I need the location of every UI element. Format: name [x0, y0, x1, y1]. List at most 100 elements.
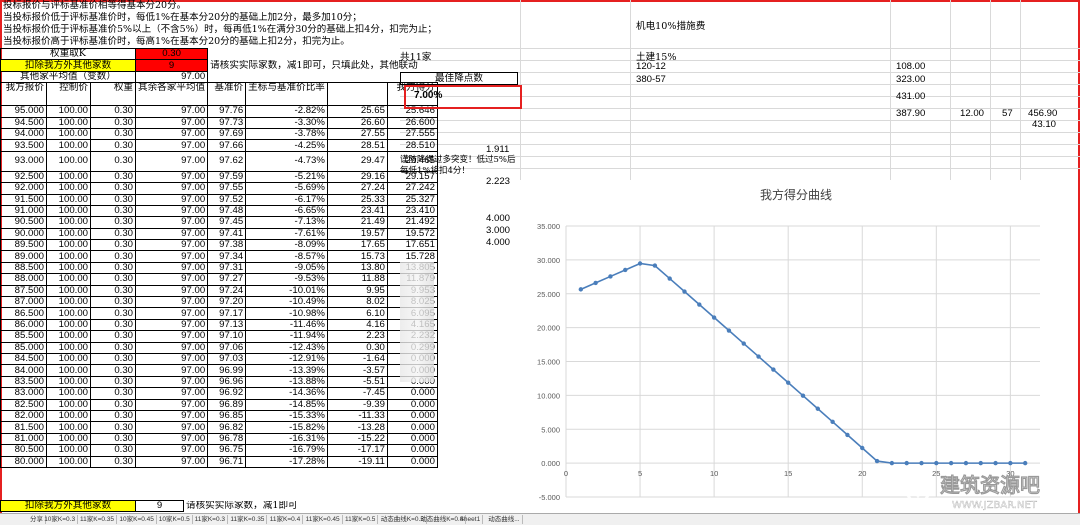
table-cell[interactable]: 8.02 [326, 296, 388, 309]
table-cell[interactable]: 97.00 [134, 341, 209, 355]
sheet-tab[interactable]: 10家K=0.3 [42, 515, 79, 524]
table-cell[interactable]: 100.00 [46, 432, 91, 446]
table-cell[interactable]: 80.000 [0, 455, 47, 468]
table-cell[interactable]: -14.36% [245, 387, 328, 400]
weight-input[interactable]: 0.30 [134, 47, 209, 61]
table-cell[interactable]: 28.510 [386, 139, 438, 152]
table-cell[interactable]: 0.30 [90, 455, 136, 468]
table-cell[interactable]: 97.00 [134, 261, 209, 275]
table-cell[interactable]: 26.60 [326, 116, 388, 129]
table-cell[interactable]: -7.13% [245, 216, 328, 229]
table-cell[interactable]: 27.55 [326, 127, 388, 141]
table-cell[interactable]: 0.30 [90, 116, 136, 129]
table-cell[interactable]: 0.30 [90, 296, 136, 309]
table-cell[interactable]: -17.28% [245, 455, 328, 468]
table-cell[interactable]: 0.30 [90, 150, 136, 172]
table-cell[interactable]: 0.30 [90, 204, 136, 218]
table-cell[interactable]: 86.500 [0, 307, 47, 320]
table-cell[interactable]: 21.492 [386, 216, 438, 229]
table-cell[interactable]: 83.500 [0, 375, 47, 389]
table-cell[interactable]: 97.00 [134, 182, 209, 195]
table-cell[interactable]: 100.00 [46, 261, 91, 275]
table-cell[interactable]: 97.00 [134, 193, 209, 206]
table-cell[interactable]: 21.49 [326, 216, 388, 229]
table-cell[interactable]: -1.64 [326, 352, 388, 366]
table-cell[interactable]: -5.51 [326, 375, 388, 389]
table-cell[interactable]: 100.00 [46, 296, 91, 309]
table-cell[interactable]: 100.00 [46, 318, 91, 332]
table-cell[interactable]: -10.01% [245, 284, 328, 298]
table-cell[interactable]: 97.00 [134, 216, 209, 229]
table-cell[interactable]: 90.000 [0, 227, 47, 241]
table-cell[interactable]: 97.66 [207, 139, 247, 152]
table-cell[interactable]: -17.17 [326, 444, 388, 457]
table-cell[interactable]: -16.31% [245, 432, 328, 446]
table-cell[interactable]: 100.00 [46, 307, 91, 320]
table-cell[interactable]: 100.00 [46, 330, 91, 343]
table-cell[interactable]: 97.76 [207, 105, 247, 118]
sheet-tab[interactable]: 11家K=0.35 [78, 515, 118, 524]
table-cell[interactable]: 97.00 [134, 284, 209, 298]
table-cell[interactable]: 91.500 [0, 193, 47, 206]
table-cell[interactable]: 6.10 [326, 307, 388, 320]
table-cell[interactable]: -14.85% [245, 398, 328, 411]
table-cell[interactable]: 97.00 [134, 455, 209, 468]
table-cell[interactable]: 0.000 [386, 444, 438, 457]
table-cell[interactable]: 97.00 [134, 250, 209, 263]
table-cell[interactable]: 13.80 [326, 261, 388, 275]
table-cell[interactable]: -2.82% [245, 105, 328, 118]
table-cell[interactable]: -13.39% [245, 364, 328, 377]
table-cell[interactable]: -3.78% [245, 127, 328, 141]
table-cell[interactable]: 97.10 [207, 330, 247, 343]
table-cell[interactable]: 29.47 [326, 150, 388, 172]
avg-value[interactable]: 97.00 [134, 70, 209, 84]
table-cell[interactable]: 97.59 [207, 170, 247, 184]
table-cell[interactable]: 100.00 [46, 250, 91, 263]
table-cell[interactable]: 97.00 [134, 352, 209, 366]
table-cell[interactable]: 19.572 [386, 227, 438, 241]
table-cell[interactable]: 89.000 [0, 250, 47, 263]
table-cell[interactable]: 97.38 [207, 239, 247, 252]
table-cell[interactable]: 100.00 [46, 421, 91, 434]
table-cell[interactable]: 97.00 [134, 409, 209, 423]
table-cell[interactable]: 97.00 [134, 105, 209, 118]
table-cell[interactable]: 97.34 [207, 250, 247, 263]
table-cell[interactable]: 100.00 [46, 364, 91, 377]
table-cell[interactable]: 0.30 [90, 239, 136, 252]
table-cell[interactable]: -7.45 [326, 387, 388, 400]
table-cell[interactable]: -13.88% [245, 375, 328, 389]
table-cell[interactable]: 97.03 [207, 352, 247, 366]
table-cell[interactable]: -12.43% [245, 341, 328, 355]
table-cell[interactable]: 97.00 [134, 375, 209, 389]
table-cell[interactable]: 97.27 [207, 273, 247, 286]
table-cell[interactable]: 97.00 [134, 364, 209, 377]
table-cell[interactable]: 0.30 [90, 216, 136, 229]
table-cell[interactable]: 97.55 [207, 182, 247, 195]
table-cell[interactable]: 0.30 [90, 273, 136, 286]
table-cell[interactable]: 97.48 [207, 204, 247, 218]
table-cell[interactable]: 17.65 [326, 239, 388, 252]
table-cell[interactable]: 0.000 [386, 409, 438, 423]
table-cell[interactable]: 81.000 [0, 432, 47, 446]
table-cell[interactable]: -8.09% [245, 239, 328, 252]
table-cell[interactable]: 93.000 [0, 150, 47, 172]
table-cell[interactable]: 87.500 [0, 284, 47, 298]
table-cell[interactable]: 97.06 [207, 341, 247, 355]
table-cell[interactable]: 100.00 [46, 444, 91, 457]
table-cell[interactable]: 0.30 [90, 398, 136, 411]
table-cell[interactable]: 94.000 [0, 127, 47, 141]
table-cell[interactable]: 0.30 [90, 227, 136, 241]
table-cell[interactable]: 97.00 [134, 139, 209, 152]
table-cell[interactable]: 0.30 [90, 352, 136, 366]
table-cell[interactable]: 27.24 [326, 182, 388, 195]
table-cell[interactable]: 100.00 [46, 105, 91, 118]
table-cell[interactable]: -3.30% [245, 116, 328, 129]
table-cell[interactable]: 96.92 [207, 387, 247, 400]
table-cell[interactable]: 96.89 [207, 398, 247, 411]
table-cell[interactable]: 97.00 [134, 296, 209, 309]
table-cell[interactable]: 97.73 [207, 116, 247, 129]
table-cell[interactable]: 0.30 [90, 105, 136, 118]
table-cell[interactable]: 97.00 [134, 204, 209, 218]
table-cell[interactable]: 89.500 [0, 239, 47, 252]
sheet-tab[interactable]: 11家K=0.5 [343, 515, 379, 524]
